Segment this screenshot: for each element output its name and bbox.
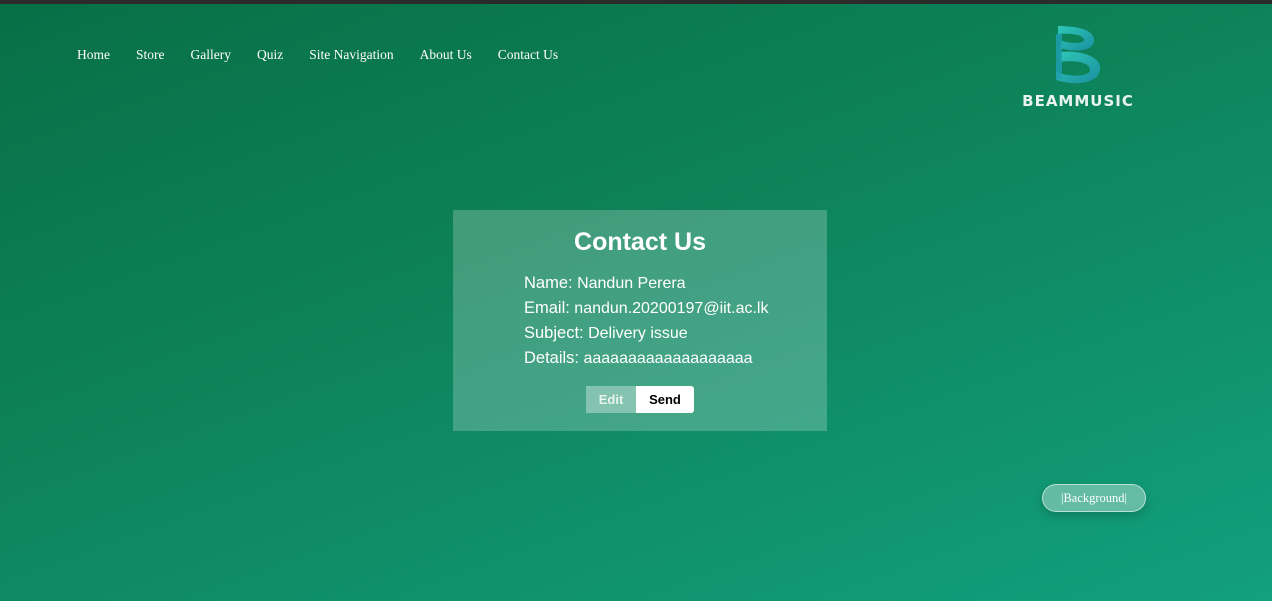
main-navigation: Home Store Gallery Quiz Site Navigation … [64, 45, 571, 65]
contact-details: Name: Nandun Perera Email: nandun.202001… [524, 272, 768, 372]
nav-contact-us-link[interactable]: Contact Us [485, 45, 571, 65]
email-label: Email: [524, 299, 570, 317]
nav-about-us-link[interactable]: About Us [407, 45, 485, 65]
background-toggle-button[interactable]: |Background| [1042, 484, 1146, 512]
b-ribbon-logo-icon [1056, 26, 1101, 84]
details-label: Details: [524, 349, 580, 367]
subject-value: Delivery issue [588, 325, 688, 342]
nav-store-link[interactable]: Store [123, 45, 178, 65]
nav-home-link[interactable]: Home [64, 45, 123, 65]
contact-card-title: Contact Us [574, 228, 706, 256]
details-row: Details: aaaaaaaaaaaaaaaaaaa [524, 347, 768, 372]
send-button[interactable]: Send [636, 386, 694, 413]
details-value: aaaaaaaaaaaaaaaaaaa [583, 350, 753, 367]
nav-quiz-link[interactable]: Quiz [244, 45, 296, 65]
name-label: Name: [524, 274, 573, 292]
name-value: Nandun Perera [577, 275, 686, 292]
brand-logo[interactable]: BEAMMUSIC [1016, 22, 1140, 122]
contact-actions: Edit Send [586, 386, 694, 413]
subject-label: Subject: [524, 324, 584, 342]
window-top-bar [0, 0, 1272, 4]
email-row: Email: nandun.20200197@iit.ac.lk [524, 297, 768, 322]
nav-gallery-link[interactable]: Gallery [178, 45, 244, 65]
email-value: nandun.20200197@iit.ac.lk [574, 300, 769, 317]
nav-site-navigation-link[interactable]: Site Navigation [296, 45, 406, 65]
name-row: Name: Nandun Perera [524, 272, 768, 297]
logo-wordmark: BEAMMUSIC [1022, 92, 1134, 110]
subject-row: Subject: Delivery issue [524, 322, 768, 347]
edit-button[interactable]: Edit [586, 386, 636, 413]
contact-summary-card: Contact Us Name: Nandun Perera Email: na… [453, 210, 827, 431]
